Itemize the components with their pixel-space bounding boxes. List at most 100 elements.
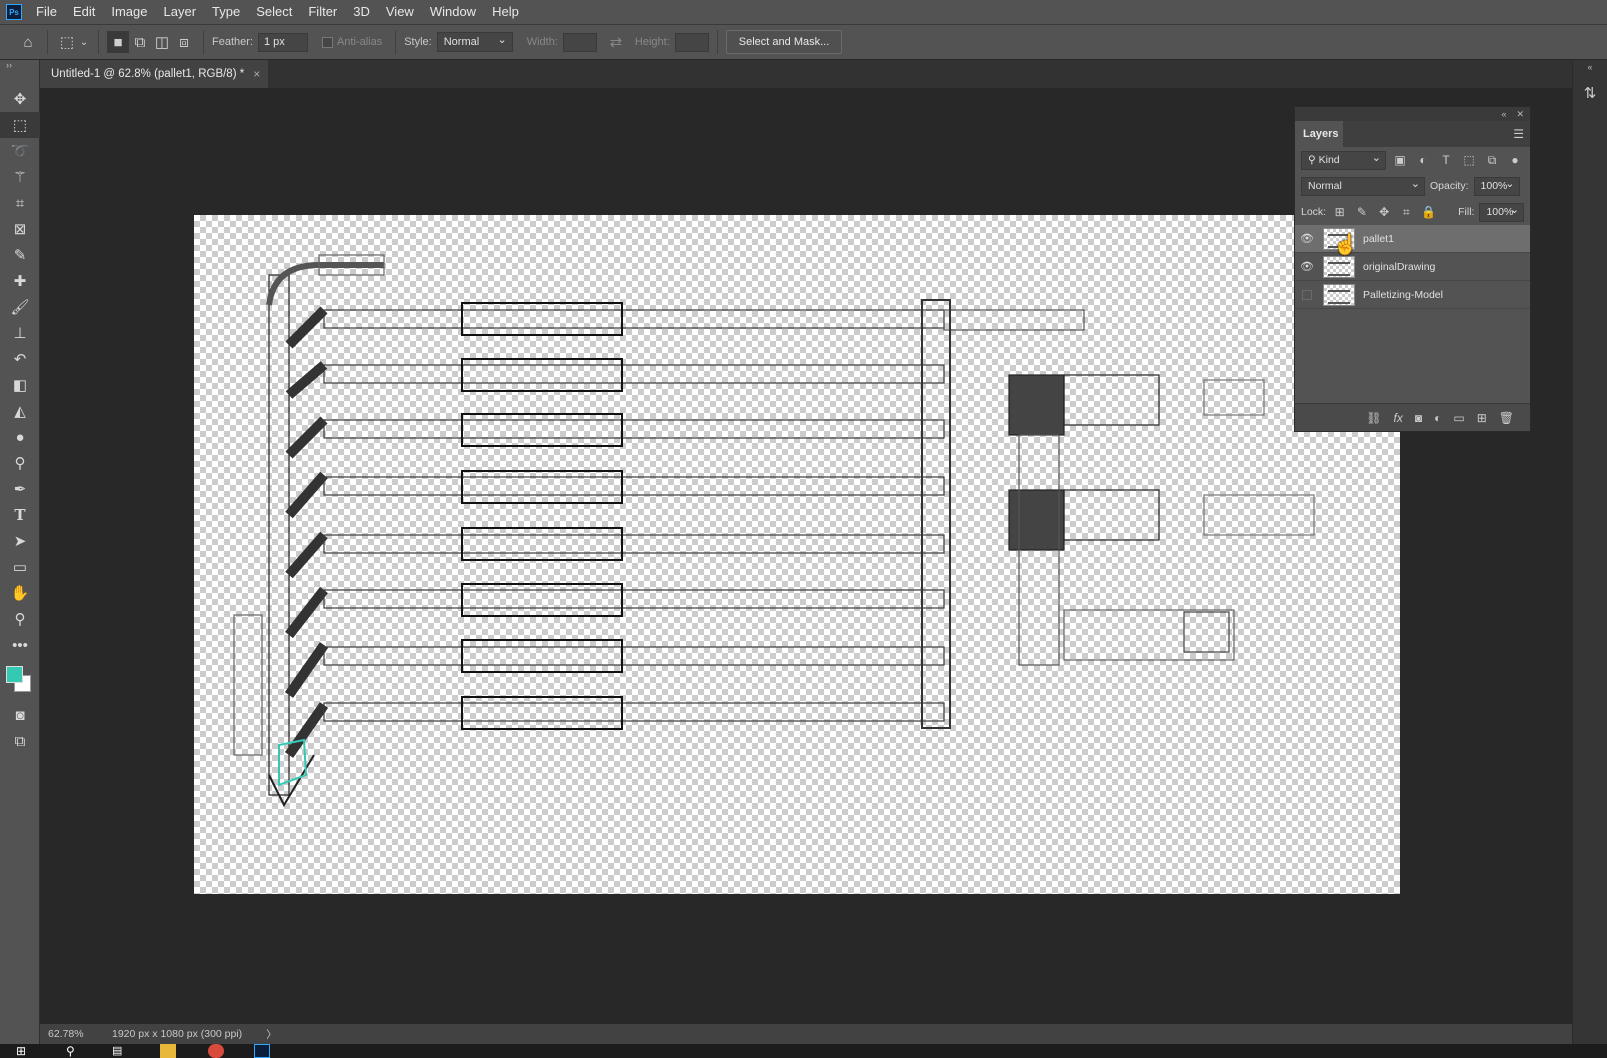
menu-type[interactable]: Type [204,0,248,24]
new-selection-icon[interactable]: ■ [107,31,129,53]
tab-layers[interactable]: Layers [1295,121,1343,147]
type-icon[interactable]: T [0,502,40,528]
swap-icon[interactable]: ⇄ [605,31,627,53]
more-icon[interactable]: ••• [0,632,40,658]
add-selection-icon[interactable]: ⧉ [129,31,151,53]
width-input[interactable] [562,32,597,52]
windows-start-icon[interactable]: ⊞ [16,1044,32,1058]
eraser-icon[interactable]: ◧ [0,372,40,398]
lock-position-icon[interactable]: ✥ [1376,205,1393,219]
rectangle-icon[interactable]: ▭ [0,554,40,580]
smart-object-filter-icon[interactable]: ⧉ [1483,153,1501,168]
blur-icon[interactable]: ● [0,424,40,450]
lock-pixels-icon[interactable]: ✎ [1353,205,1370,219]
expand-panels-icon[interactable]: « [1573,62,1607,72]
properties-icon[interactable]: ⇅ [1573,84,1607,102]
fill-input[interactable]: 100% [1479,202,1525,222]
menu-select[interactable]: Select [248,0,300,24]
eyedropper-icon[interactable]: ✎ [0,242,40,268]
history-brush-icon[interactable]: ↶ [0,346,40,372]
marquee-icon[interactable]: ⬚ [0,112,40,138]
pen-icon[interactable]: ✒ [0,476,40,502]
visibility-toggle[interactable] [1302,289,1312,300]
menu-bar: Ps File Edit Image Layer Type Select Fil… [0,0,1607,24]
dodge-icon[interactable]: ⚲ [0,450,40,476]
menu-3d[interactable]: 3D [345,0,378,24]
opacity-input[interactable]: 100% [1473,176,1520,196]
move-icon[interactable]: ✥ [0,86,40,112]
feather-input[interactable]: 1 px [257,32,308,52]
menu-layer[interactable]: Layer [156,0,205,24]
new-layer-icon[interactable]: ⊞ [1477,411,1487,425]
menu-view[interactable]: View [378,0,422,24]
style-select[interactable]: Normal [436,32,513,52]
search-icon[interactable]: ⚲ [66,1044,82,1058]
paint-bucket-icon[interactable]: ◭ [0,398,40,424]
trash-icon[interactable]: 🗑 [1499,411,1514,425]
chevron-down-icon[interactable]: ⌄ [78,31,90,53]
menu-file[interactable]: File [28,0,65,24]
type-filter-icon[interactable]: T [1437,153,1455,167]
healing-icon[interactable]: ✚ [0,268,40,294]
frame-icon[interactable]: ⊠ [0,216,40,242]
add-mask-icon[interactable]: ◙ [1415,411,1422,425]
status-arrow-icon[interactable]: 〉 [266,1027,277,1042]
pixel-filter-icon[interactable]: ▣ [1391,153,1409,167]
layer-row[interactable]: 👁 pallet1 [1295,225,1530,253]
close-panel-icon[interactable]: ✕ [1516,109,1524,120]
layer-row[interactable]: 👁 originalDrawing [1295,253,1530,281]
lasso-icon[interactable]: ➰ [0,138,40,164]
close-icon[interactable]: × [253,67,260,81]
height-input[interactable] [674,32,709,52]
filter-toggle-icon[interactable]: ● [1506,153,1524,167]
menu-window[interactable]: Window [422,0,484,24]
zoom-icon[interactable]: ⚲ [0,606,40,632]
select-and-mask-button[interactable]: Select and Mask... [725,30,843,54]
new-group-icon[interactable]: ▭ [1453,411,1464,425]
foreground-color-swatch[interactable] [6,666,23,683]
antialias-checkbox[interactable] [321,36,333,48]
adjustment-layer-icon[interactable]: ◐ [1434,411,1441,425]
link-layers-icon[interactable]: ⛓ [1366,411,1381,425]
eye-icon[interactable]: 👁 [1295,260,1319,273]
magic-wand-icon[interactable]: ⚚ [0,164,40,190]
blend-mode-select[interactable]: Normal [1301,176,1425,196]
path-select-icon[interactable]: ➤ [0,528,40,554]
lock-all-icon[interactable]: 🔒 [1420,205,1437,219]
collapse-panel-icon[interactable]: « [1501,109,1506,119]
lock-transparency-icon[interactable]: ⊞ [1331,205,1348,219]
lock-artboard-icon[interactable]: ⌗ [1398,205,1415,220]
document-canvas[interactable] [194,215,1400,894]
menu-filter[interactable]: Filter [300,0,345,24]
crop-icon[interactable]: ⌗ [0,190,40,216]
menu-edit[interactable]: Edit [65,0,103,24]
width-label: Width: [526,36,558,48]
intersect-selection-icon[interactable]: ⧈ [173,31,195,53]
filter-kind-select[interactable]: ⚲ Kind [1301,150,1386,170]
brush-icon[interactable]: 🖌 [0,294,40,320]
collapse-icon[interactable]: ›› [0,60,39,72]
shape-filter-icon[interactable]: ⬚ [1460,153,1478,167]
fx-icon[interactable]: fx [1394,411,1403,425]
document-tab-bar: Untitled-1 @ 62.8% (pallet1, RGB/8) * × [40,60,1572,88]
menu-help[interactable]: Help [484,0,527,24]
layer-row[interactable]: Palletizing-Model [1295,281,1530,309]
eye-icon[interactable]: 👁 [1295,232,1319,245]
home-icon[interactable]: ⌂ [17,31,39,53]
subtract-selection-icon[interactable]: ◫ [151,31,173,53]
task-view-icon[interactable]: ▤ [112,1044,128,1058]
marquee-preset-icon[interactable]: ⬚ [56,31,78,53]
photoshop-taskbar-icon[interactable] [254,1044,270,1058]
file-explorer-icon[interactable] [160,1044,176,1058]
stamp-icon[interactable]: ⊥ [0,320,40,346]
document-tab[interactable]: Untitled-1 @ 62.8% (pallet1, RGB/8) * × [40,60,268,88]
quick-mask-icon[interactable]: ◙ [0,702,40,728]
panel-menu-icon[interactable]: ☰ [1513,127,1524,141]
menu-image[interactable]: Image [103,0,155,24]
screen-mode-icon[interactable]: ⧉ [0,728,40,754]
hand-icon[interactable]: ✋ [0,580,40,606]
separator [98,30,99,54]
chrome-icon[interactable] [208,1044,224,1058]
zoom-level[interactable]: 62.78% [40,1028,104,1040]
adjustment-filter-icon[interactable]: ◐ [1414,153,1432,167]
